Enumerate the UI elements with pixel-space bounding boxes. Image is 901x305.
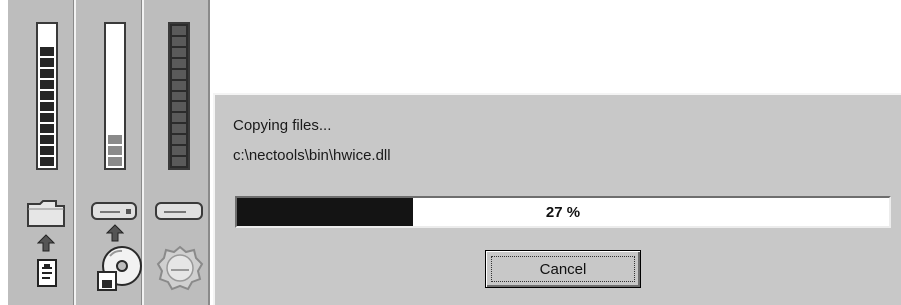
meter-segment <box>40 102 54 111</box>
meter-segment <box>108 135 122 144</box>
meter-segment <box>172 26 186 35</box>
meter-segment <box>40 47 54 56</box>
disk-meter <box>104 22 126 170</box>
meter-segment <box>40 146 54 155</box>
meter-segment <box>172 124 186 134</box>
status-text: Copying files... <box>233 117 332 134</box>
resource-meters-panel <box>8 0 210 305</box>
copy-progress-dialog: Copying files... c:\nectools\bin\hwice.d… <box>213 93 901 305</box>
meter-segment <box>172 80 186 90</box>
meter-segment <box>40 58 54 67</box>
meter-segment <box>108 157 122 166</box>
folder-icon <box>27 200 65 227</box>
meter-segment <box>172 102 186 112</box>
meter-segment <box>40 91 54 100</box>
meter-segment <box>40 113 54 122</box>
drive-icon <box>155 202 203 220</box>
progress-percent-label: 27 % <box>545 203 581 221</box>
lion-logo-icon <box>156 245 204 291</box>
up-arrow-icon <box>37 234 55 252</box>
memory-meter <box>168 22 190 170</box>
meter-segment <box>172 157 186 166</box>
meter-segment <box>172 69 186 79</box>
meter-segment <box>172 113 186 123</box>
meter-segment <box>172 58 186 68</box>
meter-segment <box>40 124 54 133</box>
meter-segment <box>172 36 186 46</box>
meter-segment <box>172 135 186 145</box>
meter-segment <box>40 157 54 166</box>
meter-segment <box>40 135 54 144</box>
meter-segment <box>172 146 186 156</box>
meter-segment <box>40 80 54 89</box>
up-arrow-icon <box>106 224 124 242</box>
meter-segment <box>108 146 122 155</box>
meter-divider <box>74 0 76 305</box>
meter-segment <box>172 47 186 57</box>
cancel-button[interactable]: Cancel <box>485 250 641 288</box>
focus-ring <box>491 256 635 282</box>
file-icon <box>37 259 57 287</box>
cd-icon <box>97 246 142 291</box>
meter-segment <box>172 91 186 101</box>
folder-meter <box>36 22 58 170</box>
progress-bar: 27 % <box>235 196 891 228</box>
meter-segment <box>40 69 54 78</box>
file-path-text: c:\nectools\bin\hwice.dll <box>233 147 391 164</box>
drive-icon <box>91 202 137 220</box>
